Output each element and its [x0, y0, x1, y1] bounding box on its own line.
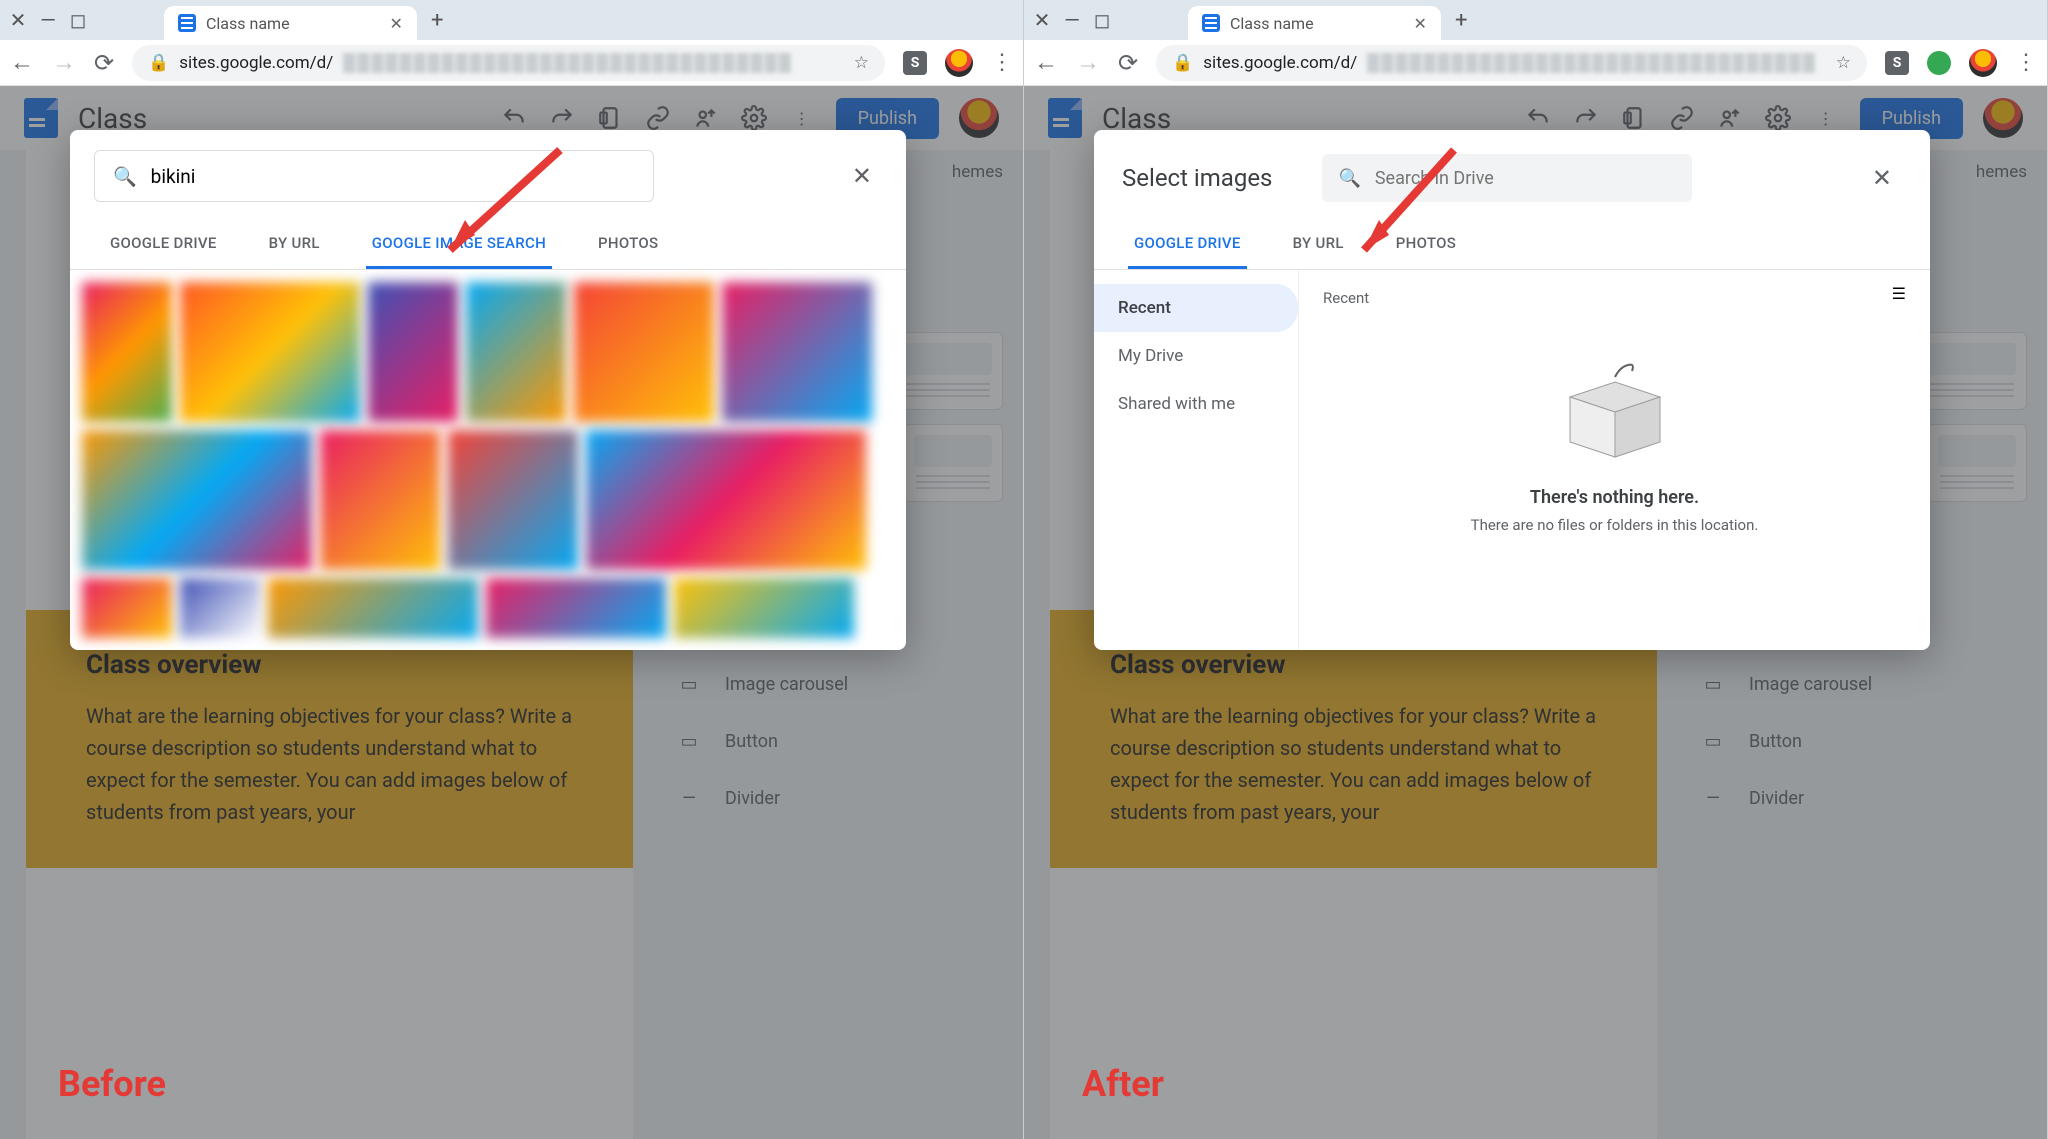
profile-avatar-icon[interactable]	[1969, 49, 1997, 77]
list-view-icon[interactable]: ☰	[1892, 284, 1906, 303]
back-icon[interactable]: ←	[1034, 48, 1058, 77]
image-result[interactable]	[180, 282, 360, 422]
search-icon: 🔍	[1338, 168, 1360, 189]
image-result[interactable]	[82, 578, 172, 638]
close-window-icon[interactable]: ✕	[1032, 10, 1052, 30]
browser-tab[interactable]: Class name ✕	[164, 6, 417, 40]
tab-google-image-search[interactable]: GOOGLE IMAGE SEARCH	[366, 220, 552, 269]
url-host: sites.google.com/d/	[1203, 53, 1357, 73]
url-bar: ← → ⟳ 🔒 sites.google.com/d/ ████████████…	[1024, 40, 2047, 86]
tab-google-drive[interactable]: GOOGLE DRIVE	[1128, 220, 1247, 269]
tab-photos[interactable]: PHOTOS	[1390, 220, 1462, 269]
before-pane: ✕ — ◻ Class name ✕ + ← → ⟳ 🔒 sites.googl…	[0, 0, 1024, 1139]
tab-photos[interactable]: PHOTOS	[592, 220, 664, 269]
image-result[interactable]	[180, 578, 260, 638]
empty-box-icon	[1540, 357, 1690, 467]
close-window-icon[interactable]: ✕	[8, 10, 28, 30]
profile-avatar-icon[interactable]	[945, 49, 973, 77]
forward-icon[interactable]: →	[1076, 48, 1100, 77]
url-host: sites.google.com/d/	[179, 53, 333, 73]
annotation-before-label: Before	[58, 1063, 166, 1105]
empty-subtitle: There are no files or folders in this lo…	[1323, 516, 1906, 534]
new-tab-icon[interactable]: +	[431, 8, 443, 33]
annotation-after-label: After	[1082, 1063, 1164, 1105]
reload-icon[interactable]: ⟳	[1118, 49, 1138, 77]
drive-search-field[interactable]	[1375, 168, 1677, 189]
extension-s-icon[interactable]: S	[1885, 51, 1909, 75]
forward-icon[interactable]: →	[52, 48, 76, 77]
tab-by-url[interactable]: BY URL	[1287, 220, 1350, 269]
tab-title: Class name	[1230, 14, 1314, 33]
drive-sidebar: Recent My Drive Shared with me	[1094, 270, 1298, 650]
site-favicon-icon	[178, 14, 196, 32]
image-result[interactable]	[320, 430, 440, 570]
window-titlebar: ✕ — ◻ Class name ✕ +	[1024, 0, 2047, 40]
new-tab-icon[interactable]: +	[1455, 8, 1467, 33]
tab-close-icon[interactable]: ✕	[1414, 14, 1427, 33]
star-icon[interactable]: ☆	[854, 53, 869, 73]
image-result[interactable]	[574, 282, 714, 422]
drive-search-input[interactable]: 🔍	[1322, 154, 1692, 202]
address-bar[interactable]: 🔒 sites.google.com/d/ ██████████████████…	[1156, 45, 1867, 81]
image-result[interactable]	[722, 282, 872, 422]
drive-content: Recent ☰ There's nothing here. There are…	[1298, 270, 1930, 650]
tab-title: Class name	[206, 14, 290, 33]
image-search-field[interactable]	[151, 165, 635, 188]
sidebar-item-shared[interactable]: Shared with me	[1094, 380, 1298, 428]
image-result[interactable]	[82, 430, 312, 570]
image-result[interactable]	[674, 578, 854, 638]
url-blurred: ████████████████████████████████	[343, 53, 843, 73]
image-result[interactable]	[486, 578, 666, 638]
browser-tab[interactable]: Class name ✕	[1188, 6, 1441, 40]
image-picker-modal: 🔍 ✕ GOOGLE DRIVE BY URL GOOGLE IMAGE SEA…	[70, 130, 906, 650]
picker-tabs: GOOGLE DRIVE BY URL GOOGLE IMAGE SEARCH …	[70, 220, 906, 270]
minimize-window-icon[interactable]: —	[1062, 10, 1082, 30]
image-results-grid	[70, 270, 906, 650]
image-result[interactable]	[448, 430, 578, 570]
tab-google-drive[interactable]: GOOGLE DRIVE	[104, 220, 223, 269]
lock-icon: 🔒	[148, 53, 169, 73]
empty-title: There's nothing here.	[1323, 487, 1906, 508]
close-icon[interactable]: ✕	[1872, 164, 1892, 192]
lock-icon: 🔒	[1172, 53, 1193, 73]
extension-s-icon[interactable]: S	[903, 51, 927, 75]
tab-close-icon[interactable]: ✕	[390, 14, 403, 33]
modal-title: Select images	[1122, 164, 1272, 192]
reload-icon[interactable]: ⟳	[94, 49, 114, 77]
recent-label: Recent	[1323, 289, 1369, 307]
picker-tabs: GOOGLE DRIVE BY URL PHOTOS	[1094, 220, 1930, 270]
select-images-modal: Select images 🔍 ✕ GOOGLE DRIVE BY URL PH…	[1094, 130, 1930, 650]
browser-menu-icon[interactable]: ⋮	[991, 50, 1013, 75]
sidebar-item-recent[interactable]: Recent	[1094, 284, 1298, 332]
image-result[interactable]	[586, 430, 866, 570]
site-favicon-icon	[1202, 14, 1220, 32]
minimize-window-icon[interactable]: —	[38, 10, 58, 30]
maximize-window-icon[interactable]: ◻	[1092, 10, 1112, 30]
star-icon[interactable]: ☆	[1836, 53, 1851, 73]
close-icon[interactable]: ✕	[852, 162, 872, 190]
image-search-input[interactable]: 🔍	[94, 150, 654, 202]
address-bar[interactable]: 🔒 sites.google.com/d/ ██████████████████…	[132, 45, 885, 81]
maximize-window-icon[interactable]: ◻	[68, 10, 88, 30]
url-blurred: ████████████████████████████████	[1367, 53, 1825, 73]
sidebar-item-mydrive[interactable]: My Drive	[1094, 332, 1298, 380]
extension-green-icon[interactable]	[1927, 51, 1951, 75]
after-pane: ✕ — ◻ Class name ✕ + ← → ⟳ 🔒 sites.googl…	[1024, 0, 2048, 1139]
search-icon: 🔍	[113, 165, 137, 188]
image-result[interactable]	[268, 578, 478, 638]
image-result[interactable]	[82, 282, 172, 422]
image-result[interactable]	[368, 282, 458, 422]
url-bar: ← → ⟳ 🔒 sites.google.com/d/ ████████████…	[0, 40, 1023, 86]
tab-by-url[interactable]: BY URL	[263, 220, 326, 269]
image-result[interactable]	[466, 282, 566, 422]
browser-menu-icon[interactable]: ⋮	[2015, 50, 2037, 75]
back-icon[interactable]: ←	[10, 48, 34, 77]
window-titlebar: ✕ — ◻ Class name ✕ +	[0, 0, 1023, 40]
